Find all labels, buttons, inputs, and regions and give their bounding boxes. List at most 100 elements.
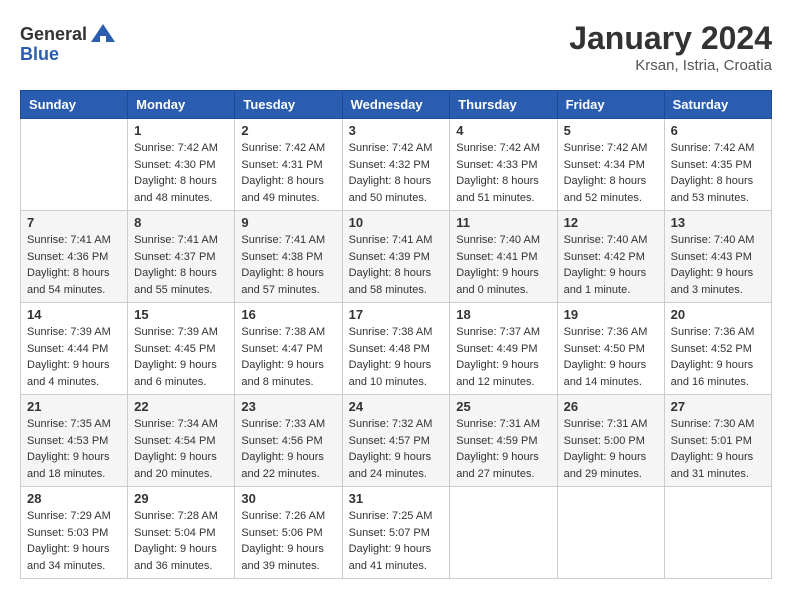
daylight-text: Daylight: 9 hours and 16 minutes. [671,359,754,388]
day-info: Sunrise: 7:40 AM Sunset: 4:43 PM Dayligh… [671,232,765,298]
calendar-cell: 8 Sunrise: 7:41 AM Sunset: 4:37 PM Dayli… [128,211,235,303]
sunrise-text: Sunrise: 7:41 AM [134,234,218,246]
daylight-text: Daylight: 9 hours and 29 minutes. [564,451,647,480]
sunrise-text: Sunrise: 7:30 AM [671,418,755,430]
sunrise-text: Sunrise: 7:42 AM [349,142,433,154]
day-info: Sunrise: 7:36 AM Sunset: 4:50 PM Dayligh… [564,324,658,390]
calendar-cell [664,487,771,579]
daylight-text: Daylight: 9 hours and 20 minutes. [134,451,217,480]
sunrise-text: Sunrise: 7:37 AM [456,326,540,338]
calendar-cell: 30 Sunrise: 7:26 AM Sunset: 5:06 PM Dayl… [235,487,342,579]
calendar-cell: 22 Sunrise: 7:34 AM Sunset: 4:54 PM Dayl… [128,395,235,487]
calendar-cell: 23 Sunrise: 7:33 AM Sunset: 4:56 PM Dayl… [235,395,342,487]
sunrise-text: Sunrise: 7:34 AM [134,418,218,430]
calendar-cell: 12 Sunrise: 7:40 AM Sunset: 4:42 PM Dayl… [557,211,664,303]
calendar-cell: 21 Sunrise: 7:35 AM Sunset: 4:53 PM Dayl… [21,395,128,487]
calendar-cell: 14 Sunrise: 7:39 AM Sunset: 4:44 PM Dayl… [21,303,128,395]
daylight-text: Daylight: 8 hours and 49 minutes. [241,175,324,204]
sunset-text: Sunset: 4:38 PM [241,251,322,263]
daylight-text: Daylight: 9 hours and 41 minutes. [349,543,432,572]
sunset-text: Sunset: 4:31 PM [241,159,322,171]
day-number: 10 [349,215,444,230]
calendar-cell [557,487,664,579]
calendar-table: SundayMondayTuesdayWednesdayThursdayFrid… [20,90,772,579]
day-number: 5 [564,123,658,138]
sunrise-text: Sunrise: 7:40 AM [671,234,755,246]
day-info: Sunrise: 7:42 AM Sunset: 4:31 PM Dayligh… [241,140,335,206]
day-number: 16 [241,307,335,322]
sunrise-text: Sunrise: 7:36 AM [564,326,648,338]
sunset-text: Sunset: 4:43 PM [671,251,752,263]
day-info: Sunrise: 7:41 AM Sunset: 4:39 PM Dayligh… [349,232,444,298]
sunset-text: Sunset: 5:07 PM [349,527,430,539]
day-number: 20 [671,307,765,322]
sunrise-text: Sunrise: 7:32 AM [349,418,433,430]
sunset-text: Sunset: 4:39 PM [349,251,430,263]
day-info: Sunrise: 7:31 AM Sunset: 5:00 PM Dayligh… [564,416,658,482]
day-number: 7 [27,215,121,230]
sunset-text: Sunset: 4:50 PM [564,343,645,355]
calendar-cell: 24 Sunrise: 7:32 AM Sunset: 4:57 PM Dayl… [342,395,450,487]
calendar-week-row: 14 Sunrise: 7:39 AM Sunset: 4:44 PM Dayl… [21,303,772,395]
calendar-cell: 17 Sunrise: 7:38 AM Sunset: 4:48 PM Dayl… [342,303,450,395]
day-number: 8 [134,215,228,230]
sunrise-text: Sunrise: 7:41 AM [241,234,325,246]
sunrise-text: Sunrise: 7:39 AM [134,326,218,338]
day-number: 22 [134,399,228,414]
sunrise-text: Sunrise: 7:42 AM [134,142,218,154]
day-info: Sunrise: 7:25 AM Sunset: 5:07 PM Dayligh… [349,508,444,574]
day-info: Sunrise: 7:42 AM Sunset: 4:33 PM Dayligh… [456,140,550,206]
daylight-text: Daylight: 9 hours and 4 minutes. [27,359,110,388]
calendar-cell: 3 Sunrise: 7:42 AM Sunset: 4:32 PM Dayli… [342,119,450,211]
daylight-text: Daylight: 9 hours and 31 minutes. [671,451,754,480]
daylight-text: Daylight: 8 hours and 58 minutes. [349,267,432,296]
day-info: Sunrise: 7:26 AM Sunset: 5:06 PM Dayligh… [241,508,335,574]
daylight-text: Daylight: 9 hours and 34 minutes. [27,543,110,572]
calendar-cell: 29 Sunrise: 7:28 AM Sunset: 5:04 PM Dayl… [128,487,235,579]
day-number: 25 [456,399,550,414]
sunset-text: Sunset: 4:54 PM [134,435,215,447]
calendar-week-row: 7 Sunrise: 7:41 AM Sunset: 4:36 PM Dayli… [21,211,772,303]
logo: General Blue [20,20,117,65]
day-info: Sunrise: 7:42 AM Sunset: 4:34 PM Dayligh… [564,140,658,206]
weekday-header: Thursday [450,91,557,119]
day-info: Sunrise: 7:42 AM Sunset: 4:32 PM Dayligh… [349,140,444,206]
day-info: Sunrise: 7:40 AM Sunset: 4:41 PM Dayligh… [456,232,550,298]
daylight-text: Daylight: 9 hours and 14 minutes. [564,359,647,388]
weekday-header: Wednesday [342,91,450,119]
sunrise-text: Sunrise: 7:31 AM [456,418,540,430]
day-number: 3 [349,123,444,138]
sunset-text: Sunset: 4:52 PM [671,343,752,355]
day-info: Sunrise: 7:32 AM Sunset: 4:57 PM Dayligh… [349,416,444,482]
calendar-cell: 25 Sunrise: 7:31 AM Sunset: 4:59 PM Dayl… [450,395,557,487]
sunrise-text: Sunrise: 7:40 AM [564,234,648,246]
calendar-subtitle: Krsan, Istria, Croatia [569,57,772,74]
daylight-text: Daylight: 9 hours and 22 minutes. [241,451,324,480]
sunrise-text: Sunrise: 7:36 AM [671,326,755,338]
sunrise-text: Sunrise: 7:31 AM [564,418,648,430]
day-number: 13 [671,215,765,230]
sunset-text: Sunset: 4:35 PM [671,159,752,171]
sunset-text: Sunset: 4:42 PM [564,251,645,263]
day-number: 12 [564,215,658,230]
daylight-text: Daylight: 9 hours and 12 minutes. [456,359,539,388]
daylight-text: Daylight: 9 hours and 0 minutes. [456,267,539,296]
calendar-cell: 9 Sunrise: 7:41 AM Sunset: 4:38 PM Dayli… [235,211,342,303]
sunset-text: Sunset: 5:04 PM [134,527,215,539]
logo-icon [89,20,117,48]
day-number: 11 [456,215,550,230]
calendar-cell: 27 Sunrise: 7:30 AM Sunset: 5:01 PM Dayl… [664,395,771,487]
calendar-title: January 2024 [569,20,772,57]
weekday-header: Tuesday [235,91,342,119]
calendar-week-row: 28 Sunrise: 7:29 AM Sunset: 5:03 PM Dayl… [21,487,772,579]
daylight-text: Daylight: 8 hours and 51 minutes. [456,175,539,204]
sunrise-text: Sunrise: 7:42 AM [564,142,648,154]
sunrise-text: Sunrise: 7:40 AM [456,234,540,246]
day-info: Sunrise: 7:40 AM Sunset: 4:42 PM Dayligh… [564,232,658,298]
day-info: Sunrise: 7:41 AM Sunset: 4:38 PM Dayligh… [241,232,335,298]
calendar-cell: 6 Sunrise: 7:42 AM Sunset: 4:35 PM Dayli… [664,119,771,211]
day-number: 2 [241,123,335,138]
daylight-text: Daylight: 9 hours and 8 minutes. [241,359,324,388]
day-info: Sunrise: 7:42 AM Sunset: 4:35 PM Dayligh… [671,140,765,206]
sunrise-text: Sunrise: 7:41 AM [27,234,111,246]
